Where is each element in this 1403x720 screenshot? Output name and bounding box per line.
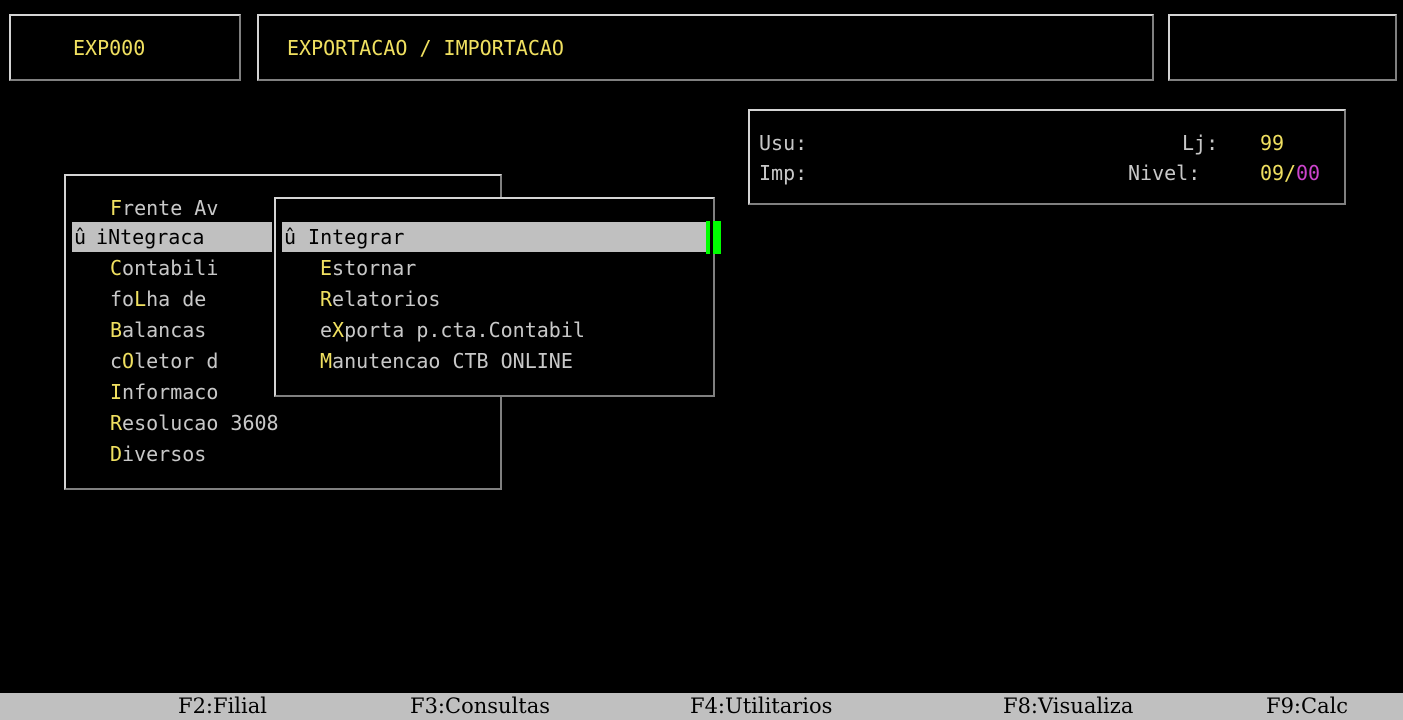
main-menu-item[interactable]: û iNtegraca	[72, 222, 272, 252]
hotkey-letter: B	[110, 318, 123, 342]
label-rest: iversos	[122, 442, 207, 466]
selection-marker	[286, 253, 298, 283]
selection-marker	[74, 315, 86, 345]
menu-item-label: Resolucao 3608	[110, 408, 279, 438]
main-menu-item[interactable]: Contabili	[72, 253, 272, 283]
label-rest: porta p.cta.Contabil	[344, 318, 585, 342]
hotkey-letter: E	[320, 256, 333, 280]
selection-marker	[74, 284, 86, 314]
main-menu-item[interactable]: Resolucao 3608	[72, 408, 279, 438]
label-rest: Integrar	[296, 225, 405, 249]
hotkey-letter: R	[110, 411, 123, 435]
label-rest: nformaco	[122, 380, 219, 404]
nivel-separator: /	[1284, 161, 1297, 185]
label-prefix: e	[320, 318, 333, 342]
status-box	[1168, 14, 1397, 81]
label-rest: alancas	[122, 318, 207, 342]
main-menu-item[interactable]: Balancas	[72, 315, 272, 345]
menu-item-label: iNtegraca	[84, 222, 204, 252]
imp-label: Imp:	[759, 161, 808, 185]
main-menu-item[interactable]: Frente Av	[72, 193, 272, 223]
lj-value: 99	[1260, 131, 1285, 155]
label-prefix: fo	[110, 287, 135, 311]
label-rest: ha de	[146, 287, 207, 311]
label-prefix: c	[110, 349, 123, 373]
menu-item-label: Frente Av	[110, 193, 218, 223]
hotkey-letter: L	[134, 287, 147, 311]
nivel-value-a: 09	[1260, 161, 1285, 185]
function-key-bar: F2:Filial F3:Consultas F4:Utilitarios F8…	[0, 693, 1403, 720]
label-rest: elatorios	[332, 287, 441, 311]
menu-item-label: Relatorios	[320, 284, 440, 314]
nivel-label: Nivel:	[1128, 161, 1201, 185]
label-rest: tegraca	[120, 225, 205, 249]
screen-code-box: EXP000	[9, 14, 241, 81]
menu-item-label: Contabili	[110, 253, 218, 283]
hotkey-letter: O	[122, 349, 135, 373]
selection-marker	[74, 408, 86, 438]
selection-marker	[286, 315, 298, 345]
f9-calc-key[interactable]: F9:Calc	[1266, 693, 1348, 720]
selection-marker	[74, 377, 86, 407]
hotkey-letter: R	[320, 287, 333, 311]
selection-marker	[74, 193, 86, 223]
sub-menu-item[interactable]: û Integrar	[282, 222, 706, 252]
menu-item-label: foLha de	[110, 284, 206, 314]
sub-menu-item[interactable]: Manutencao CTB ONLINE	[284, 346, 704, 376]
page-title: EXPORTACAO / IMPORTACAO	[287, 36, 564, 60]
main-menu-item[interactable]: foLha de	[72, 284, 272, 314]
terminal-screen: EXP000 EXPORTACAO / IMPORTACAO Usu: Imp:…	[0, 0, 1403, 720]
usu-label: Usu:	[759, 131, 808, 155]
title-box: EXPORTACAO / IMPORTACAO	[257, 14, 1154, 81]
sub-menu-item[interactable]: Estornar	[284, 253, 704, 283]
f3-consultas-key[interactable]: F3:Consultas	[410, 693, 550, 720]
hotkey-letter: X	[332, 318, 345, 342]
label-rest: ontabili	[122, 256, 219, 280]
hotkey-letter: M	[320, 349, 333, 373]
nivel-value-b: 00	[1296, 161, 1321, 185]
menu-item-label: cOletor d	[110, 346, 218, 376]
sub-menu-item[interactable]: Relatorios	[284, 284, 704, 314]
menu-item-label: eXporta p.cta.Contabil	[320, 315, 585, 345]
main-menu-item[interactable]: cOletor d	[72, 346, 272, 376]
label-rest: esolucao 3608	[122, 411, 279, 435]
menu-item-label: Estornar	[320, 253, 416, 283]
f2-filial-key[interactable]: F2:Filial	[178, 693, 267, 720]
menu-item-label: Balancas	[110, 315, 206, 345]
label-rest: rente Av	[122, 196, 219, 220]
label-rest: letor d	[134, 349, 219, 373]
selection-marker	[74, 253, 86, 283]
f4-utilitarios-key[interactable]: F4:Utilitarios	[690, 693, 832, 720]
menu-item-label: Integrar	[296, 222, 404, 252]
cursor-gap	[710, 221, 713, 254]
hotkey-letter: D	[110, 442, 123, 466]
selection-marker	[74, 346, 86, 376]
menu-item-label: Diversos	[110, 439, 206, 469]
f8-visualiza-key[interactable]: F8:Visualiza	[1003, 693, 1133, 720]
label-prefix: i	[84, 225, 109, 249]
selection-marker: û	[284, 225, 297, 249]
sub-menu-item[interactable]: eXporta p.cta.Contabil	[284, 315, 704, 345]
selection-marker	[286, 284, 298, 314]
lj-label: Lj:	[1182, 131, 1219, 155]
menu-item-label: Informaco	[110, 377, 218, 407]
cursor-block	[706, 221, 721, 254]
selection-marker	[286, 346, 298, 376]
menu-item-label: Manutencao CTB ONLINE	[320, 346, 573, 376]
hotkey-letter: N	[108, 225, 121, 249]
main-menu-item[interactable]: Diversos	[72, 439, 272, 469]
user-info-panel	[748, 109, 1346, 205]
selection-marker	[74, 439, 86, 469]
main-menu-item[interactable]: Informaco	[72, 377, 272, 407]
label-rest: anutencao CTB ONLINE	[332, 349, 573, 373]
hotkey-letter: C	[110, 256, 123, 280]
screen-code: EXP000	[73, 36, 146, 60]
hotkey-letter: I	[110, 380, 123, 404]
hotkey-letter: F	[110, 196, 123, 220]
label-rest: stornar	[332, 256, 417, 280]
